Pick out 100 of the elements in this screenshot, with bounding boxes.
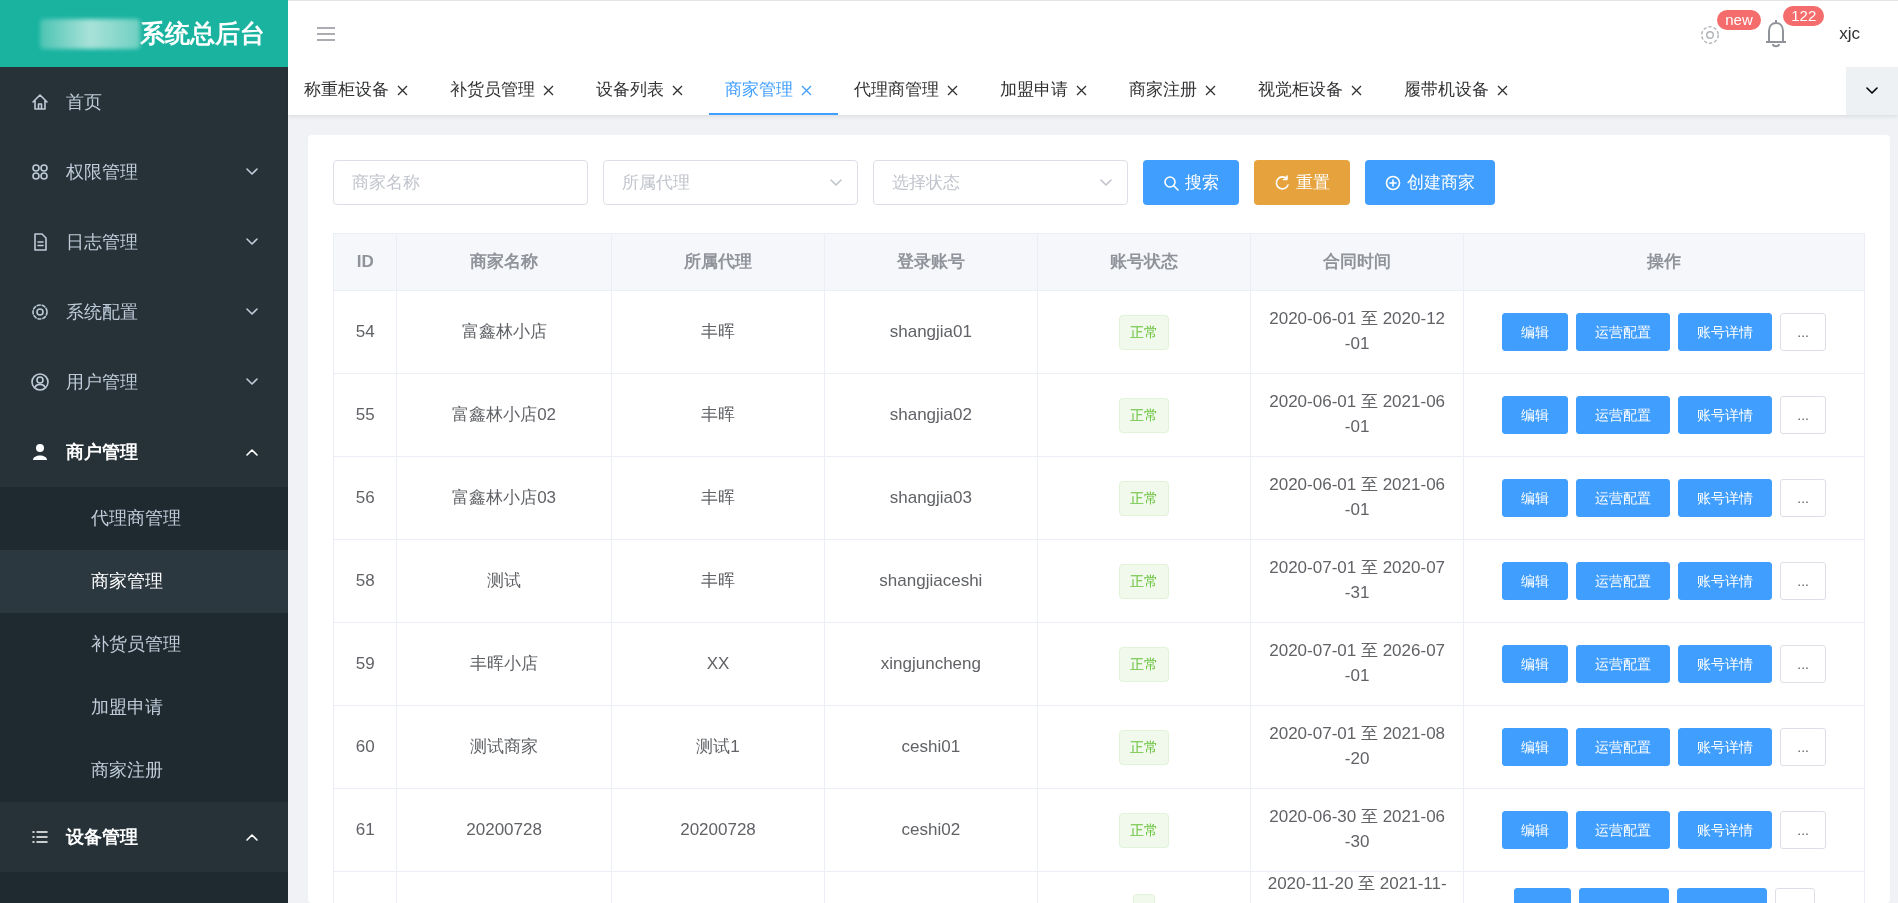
table-cell: 2020-06-01 至 2021-06-01 — [1250, 456, 1464, 540]
column-header: 所属代理 — [611, 233, 825, 291]
status-tag: 正常 — [1118, 729, 1169, 765]
close-icon[interactable] — [1351, 84, 1362, 96]
tab[interactable]: 商家注册 — [1113, 67, 1242, 115]
table-cell: shangjia03 — [824, 456, 1038, 540]
search-icon — [1163, 174, 1179, 191]
sidebar-subitem[interactable]: 商家管理 — [0, 550, 288, 613]
column-header: ID — [333, 233, 397, 291]
status-tag: 正常 — [1118, 563, 1169, 599]
column-header: 登录账号 — [824, 233, 1038, 291]
table-cell: 55 — [333, 373, 397, 457]
close-icon[interactable] — [672, 84, 683, 96]
table-cell: 59 — [333, 622, 397, 706]
refresh-icon — [1274, 174, 1290, 191]
chevron-up-icon — [246, 833, 258, 841]
table-cell: 2020-07-01 至 2021-08-20 — [1250, 705, 1464, 789]
status-tag: 正常 — [1118, 646, 1169, 682]
search-field[interactable]: 商家名称 — [333, 160, 588, 205]
table-cell: 测试商家 — [396, 705, 612, 789]
settings-icon — [30, 302, 50, 322]
tab[interactable]: 加盟申请 — [984, 67, 1113, 115]
close-icon[interactable] — [397, 84, 408, 96]
close-icon[interactable] — [543, 84, 554, 96]
chevron-down-icon — [246, 378, 258, 386]
table-cell: 60 — [333, 705, 397, 789]
sidebar-item[interactable]: 日志管理 — [0, 207, 288, 277]
table-cell: 2020-07-01 至 2020-07-31 — [1250, 539, 1464, 623]
tab[interactable]: 履带机设备 — [1388, 67, 1534, 115]
more-button[interactable]: ... — [1780, 562, 1826, 600]
sidebar-item[interactable]: 设备管理 — [0, 802, 288, 872]
table-cell: 丰晖小店 — [396, 622, 612, 706]
sidebar-subitem[interactable]: 加盟申请 — [0, 676, 288, 739]
grid-icon — [30, 162, 50, 182]
close-icon[interactable] — [1205, 84, 1216, 96]
table-cell: shangjiaceshi — [824, 539, 1038, 623]
more-button[interactable]: ... — [1780, 479, 1826, 517]
table-cell: XX — [611, 622, 825, 706]
app-title: 系统总后台 — [140, 17, 265, 49]
table-cell: 61 — [333, 788, 397, 872]
chevron-down-icon — [246, 308, 258, 316]
table-cell: 2020-07-01 至 2026-07-01 — [1250, 622, 1464, 706]
sidebar-item[interactable]: 用户管理 — [0, 347, 288, 417]
sidebar-subitem[interactable]: 代理商管理 — [0, 487, 288, 550]
plus-circle-icon — [1385, 174, 1401, 191]
close-icon[interactable] — [947, 84, 958, 96]
menu-icon[interactable] — [316, 26, 336, 42]
column-header: 操作 — [1463, 233, 1865, 291]
close-icon[interactable] — [1076, 84, 1087, 96]
status-tag: 正常 — [1118, 812, 1169, 848]
user-name[interactable]: xjc — [1839, 21, 1860, 47]
tab[interactable]: 视觉柜设备 — [1242, 67, 1388, 115]
table-cell: 测试 — [396, 539, 612, 623]
status-tag: 正常 — [1118, 480, 1169, 516]
table-cell: 20200728 — [611, 788, 825, 872]
table-cell: 20200728 — [396, 788, 612, 872]
table-cell: 2020-06-01 至 2020-12-01 — [1250, 290, 1464, 374]
tab[interactable]: 代理商管理 — [838, 67, 984, 115]
sidebar-item[interactable]: 首页 — [0, 67, 288, 137]
status-tag: 正常 — [1118, 397, 1169, 433]
table-cell: 富鑫林小店03 — [396, 456, 612, 540]
table-cell: 丰晖 — [611, 456, 825, 540]
person-icon — [30, 442, 50, 462]
table-cell: shangjia02 — [824, 373, 1038, 457]
table-cell: ceshi01 — [824, 705, 1038, 789]
status-tag: 正常 — [1118, 314, 1169, 350]
table-cell: 丰晖 — [611, 290, 825, 374]
table-cell: ceshi02 — [824, 788, 1038, 872]
chevron-down-icon — [246, 238, 258, 246]
table-cell: 54 — [333, 290, 397, 374]
sidebar-subitem[interactable]: 商家注册 — [0, 739, 288, 802]
column-header: 合同时间 — [1250, 233, 1464, 291]
settings-icon[interactable] — [1699, 23, 1722, 46]
user-icon — [30, 372, 50, 392]
sidebar-subitem[interactable]: 补货员管理 — [0, 613, 288, 676]
sidebar-item[interactable]: 系统配置 — [0, 277, 288, 347]
tab[interactable]: 补货员管理 — [434, 67, 580, 115]
chevron-down-icon — [246, 168, 258, 176]
column-header: 账号状态 — [1037, 233, 1251, 291]
status-select[interactable]: 选择状态 — [873, 160, 1128, 205]
more-button[interactable]: ... — [1780, 811, 1826, 849]
close-icon[interactable] — [1497, 84, 1508, 96]
tab[interactable]: 称重柜设备 — [288, 67, 434, 115]
table-cell: 2020-06-30 至 2021-06-30 — [1250, 788, 1464, 872]
chevron-down-icon — [830, 179, 842, 187]
chevron-down-icon — [1866, 87, 1878, 95]
tab[interactable]: 设备列表 — [580, 67, 709, 115]
agent-select[interactable]: 所属代理 — [603, 160, 858, 205]
chevron-down-icon — [1100, 179, 1112, 187]
table-cell: shangjia01 — [824, 290, 1038, 374]
column-header: 商家名称 — [396, 233, 612, 291]
table-cell: 2020-06-01 至 2021-06-01 — [1250, 373, 1464, 457]
sidebar-item[interactable]: 权限管理 — [0, 137, 288, 207]
more-button[interactable]: ... — [1780, 645, 1826, 683]
sidebar-item[interactable]: 商户管理 — [0, 417, 288, 487]
table-cell: 富鑫林小店 — [396, 290, 612, 374]
more-button[interactable]: ... — [1780, 396, 1826, 434]
more-button[interactable]: ... — [1780, 728, 1826, 766]
more-button[interactable]: ... — [1780, 313, 1826, 351]
table-cell: 58 — [333, 539, 397, 623]
